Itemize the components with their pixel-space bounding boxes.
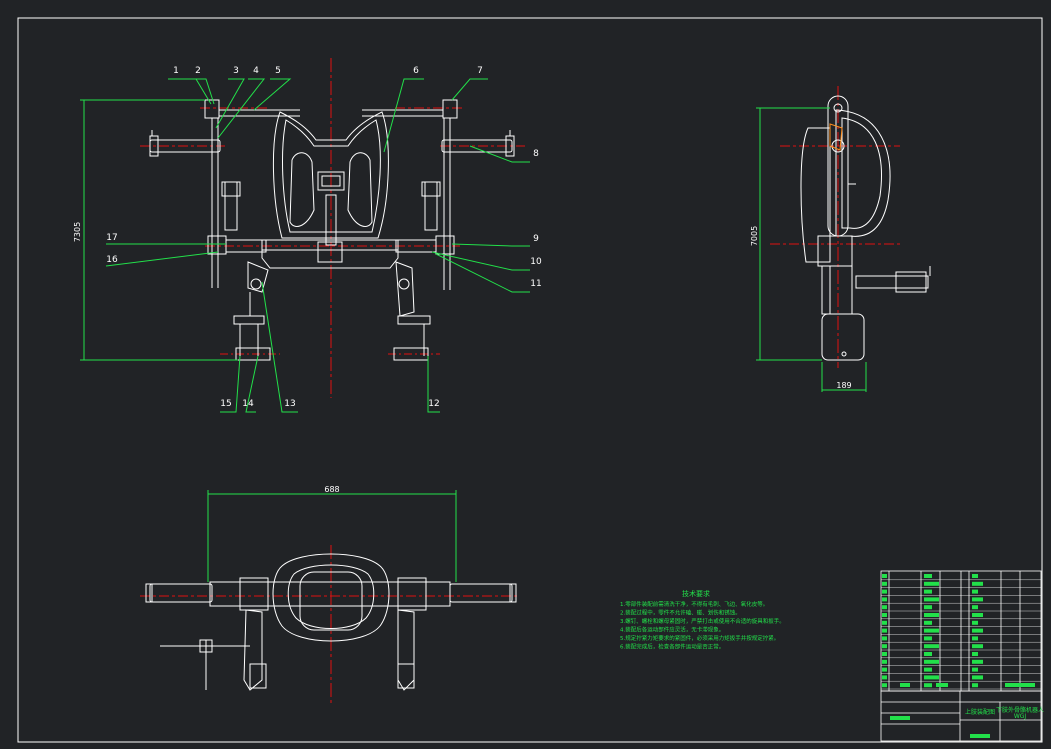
tech-requirement-line: 6.装配完成后，检查各部件运动是否正常。 [620, 643, 724, 651]
part-leader-5 [253, 78, 292, 111]
part-number-4: 4 [253, 66, 259, 76]
bom-cell-text [924, 667, 932, 672]
bom-cell-text [972, 675, 983, 680]
mechanical-assembly-drawing: 7305 1 2 3 4 5 6 7891011121314151617 7005 189 [17, 17, 1044, 743]
part-number-10: 10 [530, 257, 542, 267]
bom-cell-text [882, 628, 887, 633]
bom-cell-text [924, 683, 932, 688]
bom-cell-text [882, 675, 887, 680]
part-number-8: 8 [533, 149, 539, 159]
cad-drawing-canvas[interactable]: 7305 1 2 3 4 5 6 7 8 9 10 11 12 13 14 15 16 17 7005 189 [0, 0, 1051, 749]
front-view [140, 58, 525, 398]
bom-cell-text [972, 620, 978, 625]
tech-requirement-line: 5.规定拧紧力矩要求的紧固件，必须采用力矩扳手并按规定拧紧。 [620, 634, 779, 642]
part-leader-3 [215, 78, 245, 129]
part-number-12: 12 [428, 399, 439, 409]
bom-cell-text [924, 589, 932, 594]
tech-requirement-line: 1.零部件装配前需清洗干净，不得有毛刺、飞边、氧化皮等。 [620, 600, 768, 608]
tech-requirement-line: 4.装配后各运动部件应灵活，无卡滞现象。 [620, 626, 724, 634]
bom-cell-text [882, 667, 887, 672]
part-leader-7 [451, 78, 488, 101]
bom-cell-text [972, 589, 978, 594]
bom-cell-text [924, 605, 932, 610]
bom-cell-text [972, 574, 978, 578]
part-number-7: 7 [477, 66, 483, 76]
bom-cell-text [924, 620, 932, 625]
title-block-text [970, 734, 990, 738]
bom-cell-text [924, 644, 939, 649]
side-view [770, 86, 931, 368]
bom-cell-text [1005, 683, 1035, 687]
part-number-1: 1 [173, 66, 179, 76]
title-block-code: WGJ [1014, 713, 1027, 720]
bom-cell-text [882, 589, 887, 594]
bom-cell-text [924, 675, 939, 680]
bom-cell-text [882, 613, 887, 617]
title-block-drawing-name: 上肢装配图 [965, 708, 995, 716]
bom-cell-text [882, 644, 887, 649]
drawing-border [17, 17, 1043, 743]
bom-cell-text [972, 605, 978, 610]
part-number-5: 5 [275, 66, 281, 76]
bom-cell-text [972, 581, 983, 586]
part-number-11: 11 [530, 279, 541, 289]
part-number-14: 14 [242, 399, 254, 409]
bom-cell-text [924, 636, 932, 641]
bom-cell-text [924, 652, 932, 656]
top-view [140, 545, 520, 704]
bom-cell-text [882, 659, 887, 664]
bom-cell-text [882, 597, 887, 602]
part-number-3: 3 [233, 66, 239, 76]
top-width-value: 688 [324, 485, 339, 494]
part-leader-9 [451, 243, 530, 247]
part-number-6: 6 [413, 66, 419, 76]
bom-cell-text [972, 597, 983, 602]
tech-requirement-line: 2.装配过程中，零件不允许磕、碰、划伤和锈蚀。 [620, 609, 741, 617]
part-number-16: 16 [106, 255, 118, 265]
side-height-value: 7005 [750, 226, 759, 246]
part-number-13: 13 [284, 399, 295, 409]
top-width-dimension [207, 490, 457, 582]
part-number-17: 17 [106, 233, 117, 243]
tech-requirements-lines: 1.零部件装配前需清洗干净，不得有毛刺、飞边、氧化皮等。2.装配过程中，零件不允… [620, 600, 785, 651]
side-width-value: 189 [836, 381, 851, 390]
side-view-dimensions [756, 107, 867, 392]
bom-cell-text [900, 683, 910, 687]
bom-cell-text [924, 597, 939, 602]
front-height-dimension [80, 99, 238, 361]
part-leader-8 [469, 145, 530, 163]
bom-cell-text [882, 620, 887, 625]
bom-cell-text [924, 581, 939, 586]
bom-cell-text [972, 683, 978, 688]
bom-cell-text [936, 683, 948, 687]
part-leader-13 [261, 281, 298, 413]
bom-cell-text [882, 683, 887, 688]
bom-cell-text [972, 652, 978, 656]
bom-cell-text [924, 574, 932, 578]
bom-cell-text [972, 644, 983, 649]
part-leader-16 [105, 251, 219, 267]
front-height-value: 7305 [73, 222, 82, 242]
bom-cell-text [972, 636, 978, 641]
bom-cell-text [972, 613, 983, 617]
bom-cell-text [924, 659, 939, 664]
bom-cell-text [882, 636, 887, 641]
part-number-9: 9 [533, 234, 539, 244]
bom-cell-text [882, 652, 887, 656]
part-number-2: 2 [195, 66, 201, 76]
tech-requirements-title: 技术要求 [682, 589, 710, 598]
bom-cell-text [882, 605, 887, 610]
bom-cell-text [972, 659, 983, 664]
title-block-text [890, 716, 910, 720]
part-leader-10 [431, 251, 530, 271]
bom-cell-text [882, 581, 887, 586]
bom-cell-text [972, 628, 983, 633]
part-number-15: 15 [220, 399, 231, 409]
bom-cell-text [882, 574, 887, 578]
bom-cell-text [972, 667, 978, 672]
tech-requirement-line: 3.螺钉、螺栓和螺母紧固时，严禁打击或使用不合适的旋具和扳手。 [620, 617, 785, 625]
bom-cell-text [924, 613, 939, 617]
bom-cell-text [924, 628, 939, 633]
